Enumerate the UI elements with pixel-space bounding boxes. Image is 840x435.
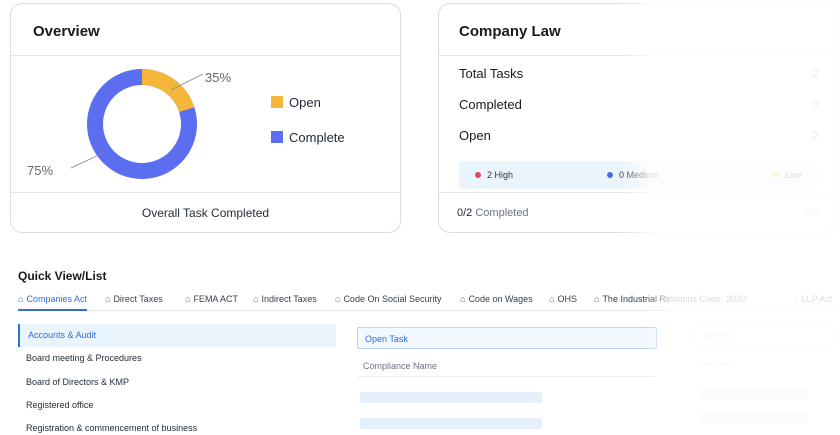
- overview-card: Overview 35% 75% Open Complete Overall T…: [10, 3, 401, 233]
- compliance-name-header: Compliance Name: [357, 353, 657, 377]
- tab-fema-act[interactable]: ⌂ FEMA ACT: [185, 293, 238, 305]
- open-swatch: [271, 96, 283, 108]
- institution-icon: ⌂: [335, 294, 341, 304]
- placeholder-row: [700, 412, 808, 423]
- progress-text: 0/2 Completed: [457, 207, 529, 219]
- tab-label: Direct Taxes: [113, 294, 163, 304]
- legend-open: Open: [271, 94, 321, 112]
- institution-icon: ⌂: [549, 294, 555, 304]
- company-law-title: Company Law: [459, 23, 561, 40]
- low-dot: [773, 172, 779, 178]
- priority-high-label: 2 High: [487, 170, 514, 180]
- category-list: Accounts & Audit Board meeting & Procedu…: [18, 324, 336, 435]
- overview-title: Overview: [33, 23, 100, 40]
- tab-label: Indirect Taxes: [261, 294, 317, 304]
- tab-llp-act[interactable]: ⌂ LLP Act: [793, 293, 832, 305]
- company-law-header: Company Law: [439, 4, 837, 56]
- company-law-footer: 0/2 Completed 0%: [439, 192, 837, 232]
- institution-icon: ⌂: [18, 294, 24, 304]
- category-item-registered-office[interactable]: Registered office: [18, 394, 336, 417]
- tab-indirect-taxes[interactable]: ⌂ Indirect Taxes: [253, 293, 317, 305]
- placeholder-row: [360, 392, 542, 403]
- priority-high: 2 High: [475, 170, 513, 180]
- legend-complete-label: Complete: [289, 130, 345, 145]
- complete-leader-line: [70, 152, 104, 169]
- priority-strip: 2 High 0 Medium Low: [459, 161, 817, 189]
- tab-label: Code On Social Security: [343, 294, 442, 304]
- stat-value: 2: [811, 66, 819, 81]
- medium-dot: [607, 172, 613, 178]
- stat-label: Total Tasks: [459, 66, 524, 81]
- category-item-accounts-audit[interactable]: Accounts & Audit: [18, 324, 336, 348]
- priority-filter-select[interactable]: High Risk: [695, 325, 835, 347]
- tab-label: The Industrial Relations Code, 2020: [602, 294, 747, 304]
- tab-label: OHS: [557, 294, 577, 304]
- overview-header: Overview: [11, 4, 400, 56]
- progress-count: 0/2: [457, 207, 473, 219]
- progress-percent: 0%: [805, 207, 819, 217]
- open-percent-label: 35%: [205, 70, 231, 85]
- tab-companies-act[interactable]: ⌂ Companies Act: [18, 293, 87, 311]
- quick-view-title: Quick View/List: [18, 269, 107, 283]
- stat-open: Open 2: [459, 128, 819, 143]
- open-task-select[interactable]: Open Task: [357, 327, 657, 349]
- tab-label: LLP Act: [801, 294, 833, 304]
- stat-value: 0: [811, 97, 819, 112]
- overview-footer: Overall Task Completed: [11, 192, 400, 232]
- institution-icon: ⌂: [185, 294, 191, 304]
- legend-open-label: Open: [289, 95, 321, 110]
- law-tabs: ⌂ Companies Act ⌂ Direct Taxes ⌂ FEMA ACT ⌂ Ind…: [18, 293, 840, 311]
- tab-label: Companies Act: [26, 294, 87, 304]
- legend-complete: Complete: [271, 129, 345, 147]
- category-item-board-of-directors[interactable]: Board of Directors & KMP: [18, 371, 336, 394]
- stat-total-tasks: Total Tasks 2: [459, 66, 819, 81]
- priority-low-label: Low: [785, 170, 802, 180]
- tab-the-industrial-relations-code-2020[interactable]: ⌂ The Industrial Relations Code, 2020: [594, 293, 746, 305]
- stat-label: Completed: [459, 97, 522, 112]
- complete-percent-label: 75%: [27, 163, 53, 178]
- tab-code-on-wages[interactable]: ⌂ Code on Wages: [460, 293, 533, 305]
- complete-swatch: [271, 131, 283, 143]
- institution-icon: ⌂: [793, 294, 799, 304]
- tab-ohs[interactable]: ⌂ OHS: [549, 293, 577, 305]
- tab-code-on-social-security[interactable]: ⌂ Code On Social Security: [335, 293, 441, 305]
- placeholder-row: [360, 418, 542, 429]
- category-item-board-meeting[interactable]: Board meeting & Procedures: [18, 347, 336, 370]
- due-name-header: Due Name: [700, 362, 734, 369]
- institution-icon: ⌂: [460, 294, 466, 304]
- stat-label: Open: [459, 128, 491, 143]
- company-law-card: Company Law Total Tasks 2 Completed 0 Op…: [438, 3, 838, 233]
- stat-completed: Completed 0: [459, 97, 819, 112]
- high-dot: [475, 172, 481, 178]
- tab-direct-taxes[interactable]: ⌂ Direct Taxes: [105, 293, 163, 305]
- progress-label: Completed: [475, 207, 529, 219]
- institution-icon: ⌂: [253, 294, 259, 304]
- priority-low: Low: [773, 170, 802, 180]
- stat-value: 2: [811, 128, 819, 143]
- institution-icon: ⌂: [594, 294, 600, 304]
- tab-label: FEMA ACT: [193, 294, 238, 304]
- institution-icon: ⌂: [105, 294, 111, 304]
- priority-medium: 0 Medium: [607, 170, 659, 180]
- task-donut-chart: 35% 75%: [27, 69, 231, 179]
- category-item-registration[interactable]: Registration & commencement of business: [18, 417, 336, 435]
- placeholder-row: [700, 388, 808, 399]
- tab-label: Code on Wages: [468, 294, 533, 304]
- priority-medium-label: 0 Medium: [619, 170, 659, 180]
